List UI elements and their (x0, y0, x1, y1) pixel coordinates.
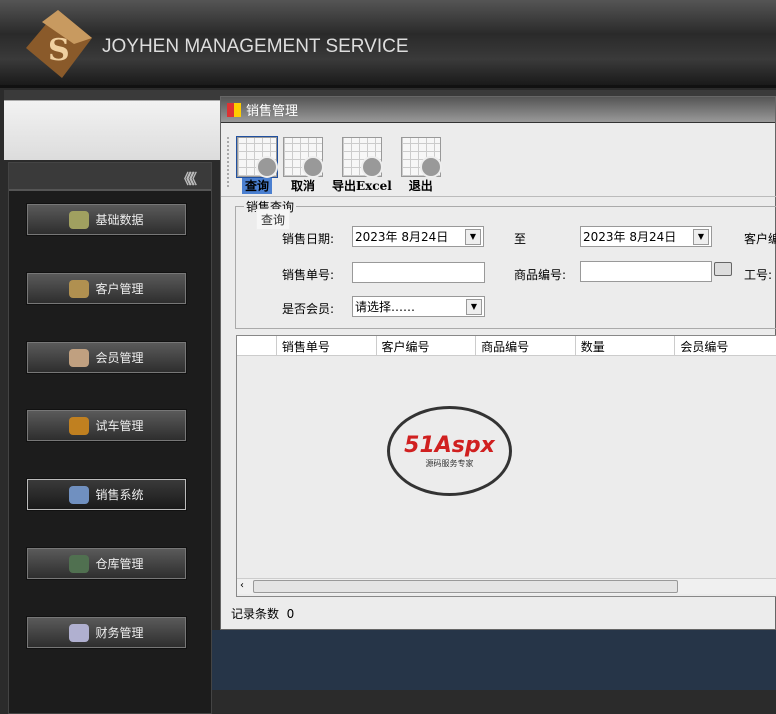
grid-header: 销售单号 客户编号 商品编号 数量 会员编号 (237, 336, 776, 356)
toolbar-label: 查询 (241, 177, 272, 194)
date-to-value: 2023年 8月24日 (583, 230, 677, 244)
member-label: 是否会员: (282, 302, 335, 316)
sidebar-item-label: 财务管理 (95, 626, 144, 640)
menu-icon (69, 279, 90, 298)
toolbar-button-2[interactable]: 取消 (281, 137, 325, 194)
toolbar-button-1[interactable]: 查询 (235, 136, 279, 194)
tooltip: 查询 (256, 209, 291, 230)
member-select[interactable]: 请选择…… ▼ (352, 296, 485, 317)
sidebar-item-2[interactable]: 客户管理 (27, 273, 186, 304)
customer-label: 客户编 (744, 232, 776, 246)
order-no-label: 销售单号: (282, 268, 335, 282)
sidebar-item-6[interactable]: 仓库管理 (27, 548, 186, 579)
toolbar-label: 退出 (408, 179, 433, 193)
svg-text:S: S (48, 33, 70, 68)
sidebar-item-label: 会员管理 (95, 351, 144, 365)
watermark-brand: 51Aspx (404, 433, 495, 458)
column-header[interactable]: 商品编号 (476, 336, 576, 355)
menu-icon (69, 348, 90, 367)
to-label: 至 (514, 232, 527, 246)
sidebar-item-7[interactable]: 财务管理 (27, 617, 186, 648)
column-header[interactable] (237, 336, 277, 355)
product-no-label: 商品编号: (514, 268, 567, 282)
window-titlebar[interactable]: 销售管理 (221, 97, 775, 123)
toolbar-button-3[interactable]: 导出Excel (327, 137, 397, 194)
product-no-input[interactable] (580, 261, 712, 282)
date-label: 销售日期: (282, 232, 335, 246)
window-title: 销售管理 (246, 104, 299, 119)
sidebar-item-label: 基础数据 (95, 213, 144, 227)
sales-management-window: 销售管理 查询 取消 导出Excel 退出 销售查询 查询 销售日期: 2023年 8… (220, 96, 776, 630)
column-header[interactable]: 销售单号 (277, 336, 377, 355)
toolbar-button-4[interactable]: 退出 (399, 137, 443, 194)
toolbar: 查询 取消 导出Excel 退出 (235, 136, 443, 194)
menu-icon (69, 554, 90, 573)
toolbar-separator (221, 196, 776, 197)
date-from-picker[interactable]: 2023年 8月24日 ▼ (352, 226, 484, 247)
calendar-icon (236, 136, 278, 178)
date-from-value: 2023年 8月24日 (355, 230, 449, 244)
sidebar-item-1[interactable]: 基础数据 (27, 204, 186, 235)
menu-icon (69, 485, 90, 504)
record-count-value: 0 (286, 607, 295, 621)
brand-title: JOYHEN MANAGEMENT SERVICE (102, 36, 409, 57)
calendar-icon (400, 137, 442, 178)
sidebar: 《《《 基础数据客户管理会员管理试车管理销售系统仓库管理财务管理 (8, 162, 212, 714)
sidebar-item-label: 客户管理 (95, 282, 144, 296)
sidebar-item-label: 销售系统 (95, 488, 144, 502)
column-header[interactable]: 会员编号 (675, 336, 776, 355)
scrollbar-thumb[interactable] (253, 580, 678, 593)
menu-icon (69, 210, 90, 229)
sidebar-item-3[interactable]: 会员管理 (27, 342, 186, 373)
column-header[interactable]: 客户编号 (377, 336, 477, 355)
toolbar-label: 取消 (290, 179, 315, 193)
sidebar-item-5[interactable]: 销售系统 (27, 479, 186, 510)
menu-icon (69, 416, 90, 435)
calendar-dropdown-icon[interactable]: ▼ (693, 228, 709, 245)
sidebar-item-label: 试车管理 (95, 419, 144, 433)
chevron-down-icon[interactable]: ▼ (466, 298, 482, 315)
calendar-dropdown-icon[interactable]: ▼ (465, 228, 481, 245)
sidebar-item-label: 仓库管理 (95, 557, 144, 571)
watermark-logo: 51Aspx 源码服务专家 (387, 406, 512, 496)
window-icon (227, 102, 241, 117)
toolbar-grip[interactable] (227, 137, 229, 187)
collapse-chevron-icon[interactable]: 《《《 (177, 169, 197, 189)
column-header[interactable]: 数量 (576, 336, 676, 355)
sidebar-item-4[interactable]: 试车管理 (27, 410, 186, 441)
calendar-icon (341, 137, 383, 178)
menu-icon (69, 623, 90, 642)
scroll-left-icon[interactable]: ‹ (240, 580, 244, 591)
sales-query-group: 销售查询 查询 销售日期: 2023年 8月24日 ▼ 至 2023年 8月24日… (235, 198, 776, 329)
folder-icon[interactable] (714, 262, 732, 276)
top-panel (4, 100, 220, 160)
member-select-value: 请选择…… (355, 300, 416, 314)
desktop-area (212, 630, 776, 690)
sales-grid[interactable]: 销售单号 客户编号 商品编号 数量 会员编号 51Aspx 源码服务专家 ‹ (236, 335, 776, 597)
app-header: S JOYHEN MANAGEMENT SERVICE (0, 0, 776, 88)
staff-no-label: 工号: (744, 268, 773, 282)
logo-cube-icon: S (26, 10, 92, 78)
watermark-sub: 源码服务专家 (425, 459, 474, 468)
order-no-input[interactable] (352, 262, 485, 283)
toolbar-label: 导出Excel (332, 179, 392, 193)
record-count-label: 记录条数 (231, 607, 280, 621)
calendar-icon (283, 137, 324, 178)
status-bar: 记录条数 0 (231, 605, 294, 622)
date-to-picker[interactable]: 2023年 8月24日 ▼ (580, 226, 712, 247)
horizontal-scrollbar[interactable]: ‹ (237, 578, 776, 594)
